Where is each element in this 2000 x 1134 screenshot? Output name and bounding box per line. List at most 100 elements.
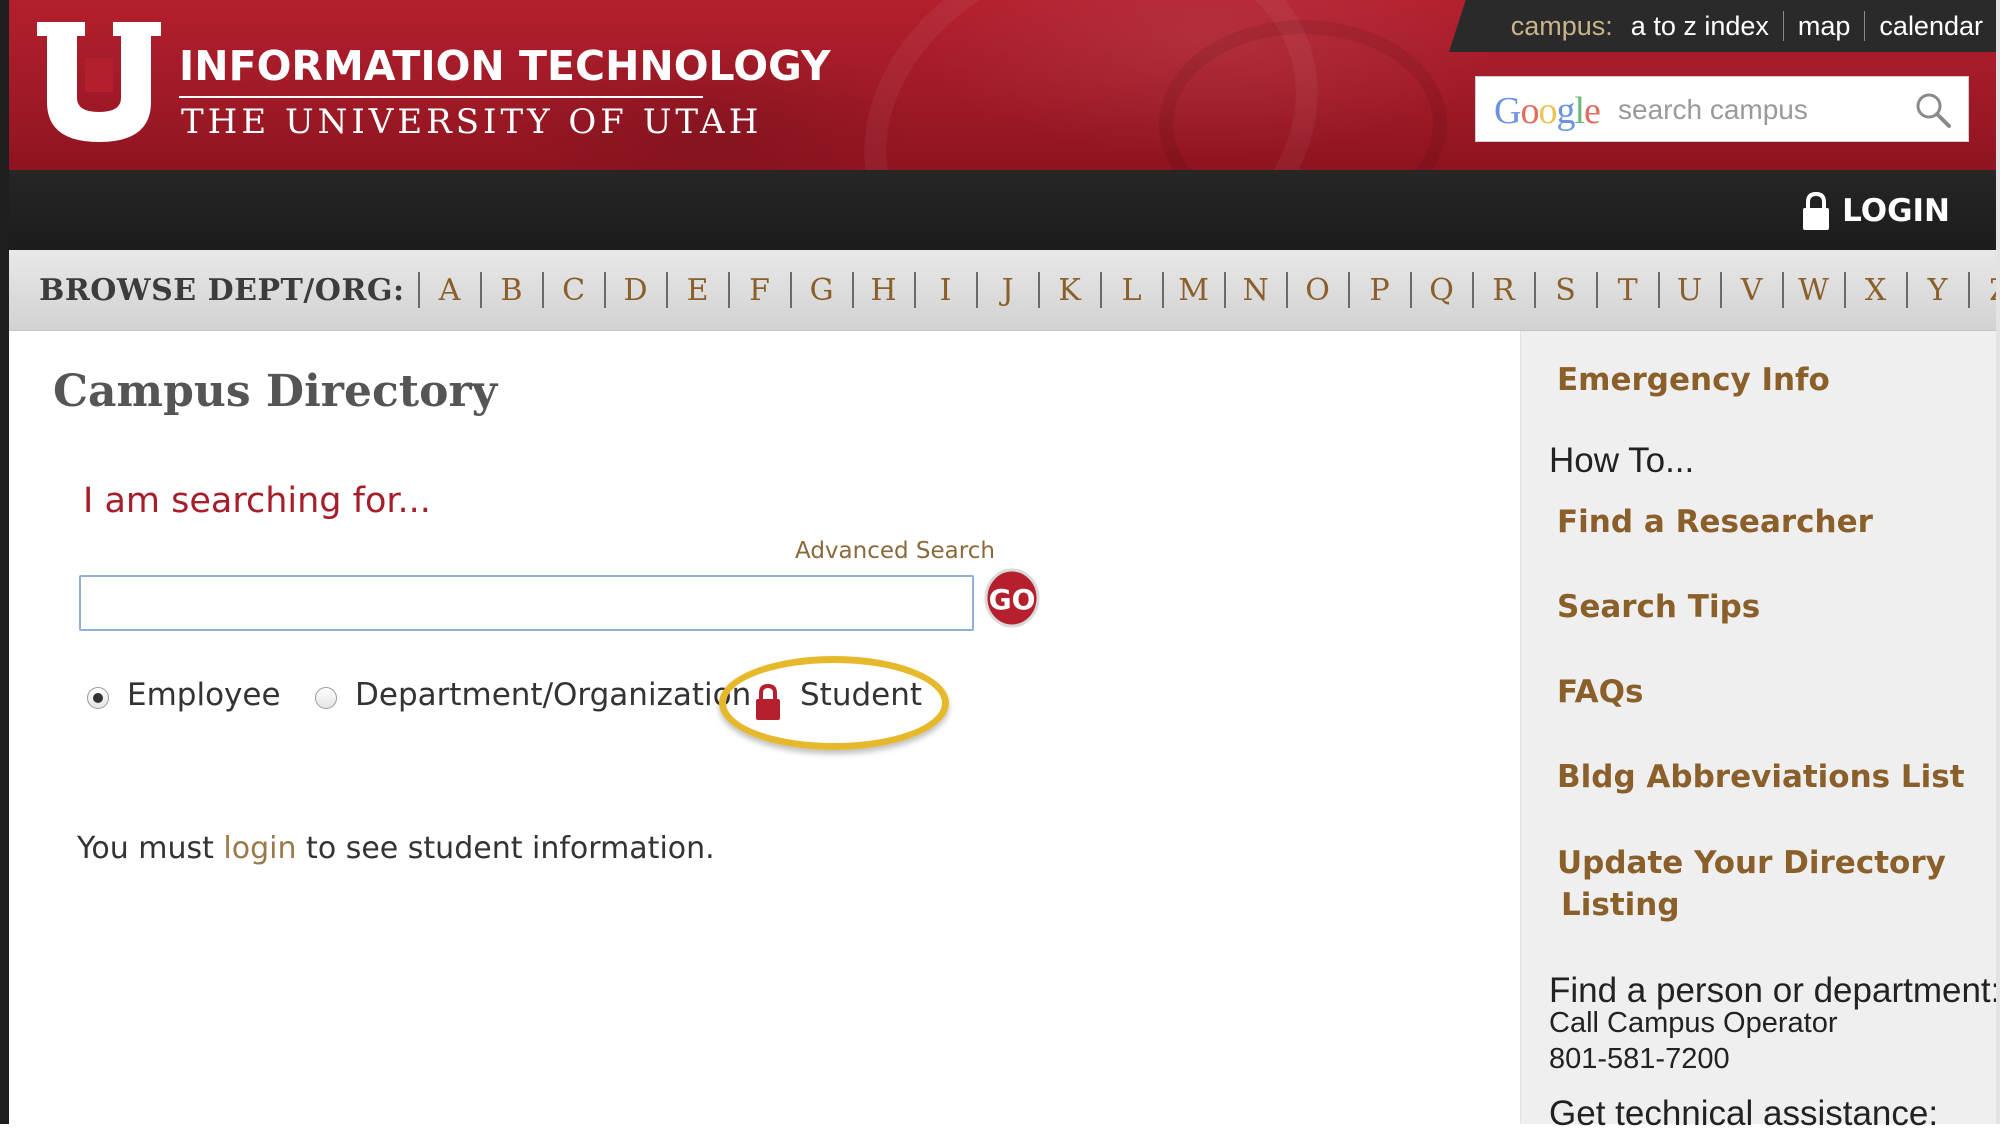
- emergency-info-link[interactable]: Emergency Info: [1557, 359, 1830, 401]
- operator-phone: 801-581-7200: [1549, 1043, 1730, 1075]
- login-button[interactable]: LOGIN: [1802, 190, 1950, 232]
- letter-separator: [1967, 272, 1970, 308]
- bldg-abbreviations-link[interactable]: Bldg Abbreviations List: [1557, 756, 1965, 798]
- main-content: Campus Directory I am searching for... A…: [9, 331, 1520, 1124]
- browse-dept-bar: BROWSE DEPT/ORG: ABCDEFGHIJKLMNOPQRSTUVW…: [9, 250, 2000, 331]
- browse-letter-i[interactable]: I: [925, 273, 967, 308]
- browse-letter-b[interactable]: B: [491, 273, 533, 308]
- browse-letter-m[interactable]: M: [1173, 273, 1215, 308]
- browse-letter-v[interactable]: V: [1731, 273, 1773, 308]
- campus-label: campus:: [1510, 10, 1613, 41]
- sidebar: Emergency Info How To... Find a Research…: [1520, 331, 2000, 1133]
- letter-separator: [479, 272, 482, 308]
- how-to-heading: How To...: [1549, 441, 1695, 480]
- campus-search-input[interactable]: [1616, 87, 1900, 133]
- update-directory-link[interactable]: Update Your Directory: [1557, 842, 1946, 884]
- a-to-z-index-link[interactable]: a to z index: [1631, 11, 1769, 42]
- browse-letter-n[interactable]: N: [1235, 273, 1277, 308]
- browse-letter-e[interactable]: E: [677, 273, 719, 308]
- letter-separator: [665, 272, 668, 308]
- browse-letter-g[interactable]: G: [801, 273, 843, 308]
- browse-letter-y[interactable]: Y: [1917, 273, 1959, 308]
- browse-letter-w[interactable]: W: [1793, 273, 1835, 308]
- search-tips-link[interactable]: Search Tips: [1557, 586, 1760, 628]
- letter-separator: [1347, 272, 1350, 308]
- letter-separator: [913, 272, 916, 308]
- login-bar: LOGIN: [9, 170, 1996, 250]
- employee-label[interactable]: Employee: [127, 677, 281, 713]
- browse-letter-u[interactable]: U: [1669, 273, 1711, 308]
- student-option-label[interactable]: Student: [800, 677, 922, 713]
- go-button[interactable]: GO: [983, 567, 1041, 629]
- browse-letter-o[interactable]: O: [1297, 273, 1339, 308]
- directory-search-input[interactable]: [79, 575, 974, 631]
- lock-icon: [756, 683, 780, 720]
- browse-letter-a[interactable]: A: [429, 273, 471, 308]
- browse-letter-k[interactable]: K: [1049, 273, 1091, 308]
- letter-separator: [727, 272, 730, 308]
- faqs-link[interactable]: FAQs: [1557, 671, 1643, 713]
- letter-separator: [1533, 272, 1536, 308]
- letter-separator: [1595, 272, 1598, 308]
- letter-separator: [789, 272, 792, 308]
- search-prompt: I am searching for...: [83, 481, 431, 521]
- letter-separator: [1657, 272, 1660, 308]
- letter-separator: [1409, 272, 1412, 308]
- campus-links: campus: a to z index map calendar: [1449, 0, 1996, 52]
- browse-label: BROWSE DEPT/ORG:: [39, 272, 405, 308]
- browse-letter-q[interactable]: Q: [1421, 273, 1463, 308]
- google-logo: Google: [1494, 90, 1601, 132]
- update-directory-link-cont[interactable]: Listing: [1561, 884, 1680, 926]
- letter-separator: [1843, 272, 1846, 308]
- advanced-search-link[interactable]: Advanced Search: [795, 538, 995, 564]
- browse-letter-l[interactable]: L: [1111, 273, 1153, 308]
- find-researcher-link[interactable]: Find a Researcher: [1557, 501, 1873, 543]
- search-icon[interactable]: [1914, 91, 1952, 129]
- browse-letter-r[interactable]: R: [1483, 273, 1525, 308]
- map-link[interactable]: map: [1798, 11, 1851, 42]
- browse-letter-p[interactable]: P: [1359, 273, 1401, 308]
- svg-text:GO: GO: [989, 583, 1036, 616]
- letter-separator: [1471, 272, 1474, 308]
- browse-letter-f[interactable]: F: [739, 273, 781, 308]
- letter-separator: [1037, 272, 1040, 308]
- department-radio[interactable]: [315, 687, 337, 709]
- login-label: LOGIN: [1842, 193, 1950, 229]
- login-link[interactable]: login: [223, 831, 296, 866]
- letter-separator: [1781, 272, 1784, 308]
- campus-search: Google: [1475, 76, 1969, 142]
- brand-title[interactable]: INFORMATION TECHNOLOGY: [179, 42, 831, 90]
- letter-separator: [541, 272, 544, 308]
- browse-letter-d[interactable]: D: [615, 273, 657, 308]
- browse-letters: ABCDEFGHIJKLMNOPQRSTUVWXYZ: [409, 272, 2000, 308]
- browse-letter-s[interactable]: S: [1545, 273, 1587, 308]
- window-frame-right: [1996, 0, 2000, 1124]
- calendar-link[interactable]: calendar: [1879, 11, 1983, 42]
- browse-letter-j[interactable]: J: [987, 273, 1029, 308]
- student-login-note: You must login to see student informatio…: [77, 831, 715, 866]
- browse-letter-t[interactable]: T: [1607, 273, 1649, 308]
- letter-separator: [1719, 272, 1722, 308]
- call-operator-text: Call Campus Operator: [1549, 1007, 1838, 1039]
- page-title: Campus Directory: [53, 366, 498, 417]
- letter-separator: [1099, 272, 1102, 308]
- window-frame-left: [0, 0, 9, 1124]
- letter-separator: [1161, 272, 1164, 308]
- department-label[interactable]: Department/Organization: [355, 677, 751, 713]
- lock-icon: [1803, 191, 1830, 230]
- tech-assistance-heading: Get technical assistance:: [1549, 1094, 1939, 1133]
- browse-letter-x[interactable]: X: [1855, 273, 1897, 308]
- university-u-logo[interactable]: [37, 22, 161, 142]
- browse-letter-h[interactable]: H: [863, 273, 905, 308]
- letter-separator: [603, 272, 606, 308]
- brand-subtitle[interactable]: THE UNIVERSITY OF UTAH: [181, 102, 762, 142]
- letter-separator: [417, 272, 420, 308]
- find-person-heading: Find a person or department:: [1549, 971, 2000, 1010]
- employee-radio[interactable]: [87, 687, 109, 709]
- browse-letter-c[interactable]: C: [553, 273, 595, 308]
- letter-separator: [1905, 272, 1908, 308]
- site-header: INFORMATION TECHNOLOGY THE UNIVERSITY OF…: [9, 0, 1996, 170]
- brand-divider: [179, 96, 703, 98]
- letter-separator: [1223, 272, 1226, 308]
- letter-separator: [1285, 272, 1288, 308]
